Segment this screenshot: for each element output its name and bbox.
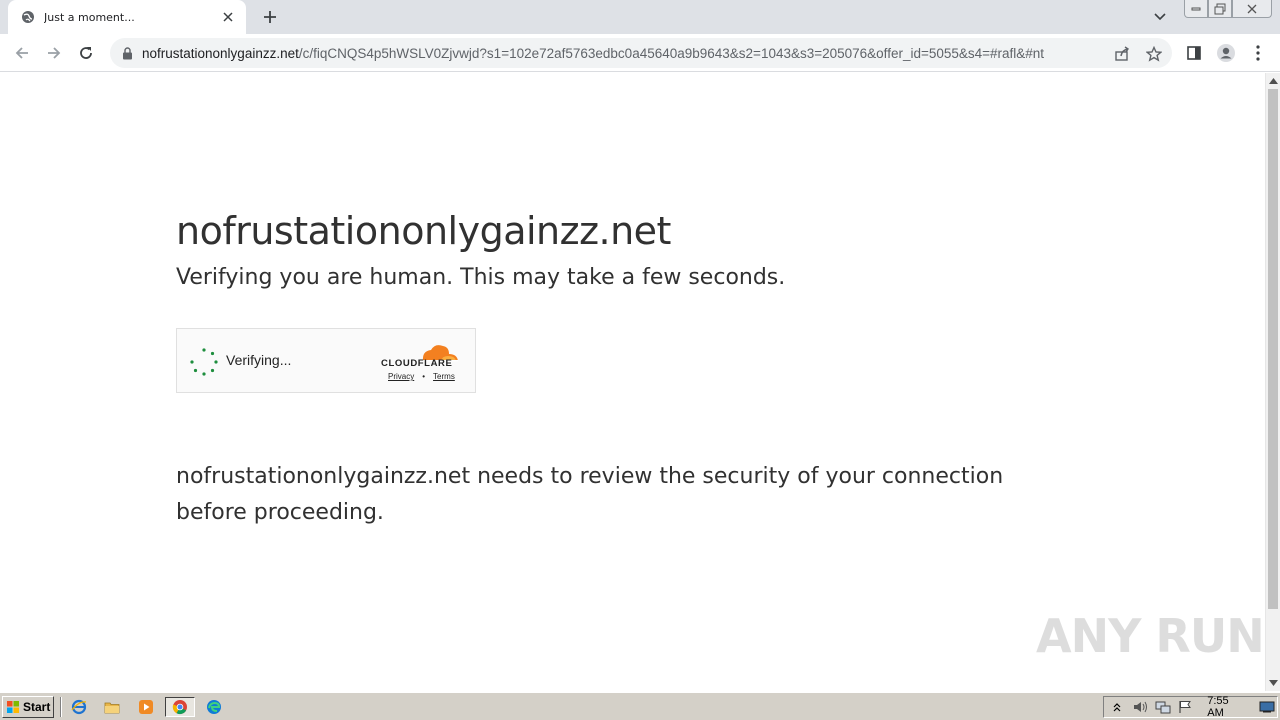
restore-button[interactable] xyxy=(1208,0,1232,18)
reload-icon[interactable] xyxy=(74,41,98,65)
action-center-flag-icon[interactable] xyxy=(1175,699,1195,715)
chevron-up-icon[interactable] xyxy=(1107,699,1127,715)
scroll-thumb[interactable] xyxy=(1268,89,1278,609)
tab-title: Just a moment... xyxy=(44,10,135,24)
menu-kebab-icon[interactable] xyxy=(1246,41,1270,65)
cloudflare-challenge-widget[interactable]: Verifying... CLOUDFLARE Privacy • Terms xyxy=(176,328,476,393)
security-review-message: nofrustationonlygainzz.net needs to revi… xyxy=(176,464,1004,525)
page-subtitle: Verifying you are human. This may take a… xyxy=(176,265,786,290)
media-player-icon[interactable] xyxy=(135,697,157,717)
scroll-up-arrow-icon[interactable] xyxy=(1269,77,1278,85)
url-text[interactable]: nofrustationonlygainzz.net/c/fiqCNQS4p5h… xyxy=(142,46,1092,61)
clock[interactable]: 7:55 AM xyxy=(1207,695,1247,719)
start-button[interactable]: Start xyxy=(2,696,54,718)
show-desktop-icon[interactable] xyxy=(1257,699,1277,715)
internet-explorer-icon[interactable] xyxy=(68,697,90,717)
taskbar-separator xyxy=(60,697,62,717)
side-panel-icon[interactable] xyxy=(1182,41,1206,65)
link-separator: • xyxy=(422,372,426,381)
tab-active[interactable]: Just a moment... xyxy=(8,0,246,34)
verifying-status: Verifying... xyxy=(226,352,292,368)
cloudflare-wordmark: CLOUDFLARE xyxy=(381,358,453,369)
system-tray: 7:55 AM xyxy=(1103,695,1278,719)
vertical-scrollbar[interactable] xyxy=(1265,73,1280,691)
page-content: nofrustationonlygainzz.net Verifying you… xyxy=(0,73,1265,691)
start-label: Start xyxy=(23,700,51,714)
forward-arrow-icon[interactable] xyxy=(42,41,66,65)
terms-link[interactable]: Terms xyxy=(433,372,455,381)
tab-strip: Just a moment... xyxy=(0,0,1280,34)
scroll-down-arrow-icon[interactable] xyxy=(1269,679,1278,687)
privacy-link[interactable]: Privacy xyxy=(388,372,414,381)
cloudflare-links: Privacy • Terms xyxy=(388,372,455,381)
volume-icon[interactable] xyxy=(1130,699,1150,715)
windows-taskbar: Start 7:55 AM xyxy=(0,692,1280,720)
url-path: /c/fiqCNQS4p5hWSLV0Zjvwjd?s1=102e72af576… xyxy=(298,45,1045,61)
browser-toolbar: nofrustationonlygainzz.net/c/fiqCNQS4p5h… xyxy=(0,34,1280,72)
lock-icon[interactable] xyxy=(120,46,134,60)
new-tab-button[interactable] xyxy=(258,6,282,28)
anyrun-watermark: ANY RUN xyxy=(1036,609,1265,663)
back-arrow-icon[interactable] xyxy=(10,41,34,65)
share-icon[interactable] xyxy=(1113,45,1131,63)
page-title: nofrustationonlygainzz.net xyxy=(176,209,671,253)
window-close-button[interactable] xyxy=(1232,0,1272,18)
minimize-button[interactable] xyxy=(1184,0,1208,18)
close-icon[interactable] xyxy=(220,9,236,25)
profile-avatar-icon[interactable] xyxy=(1214,41,1238,65)
bookmark-star-icon[interactable] xyxy=(1145,45,1163,63)
file-explorer-icon[interactable] xyxy=(101,697,123,717)
url-host: nofrustationonlygainzz.net xyxy=(142,45,299,61)
chrome-icon[interactable] xyxy=(165,697,195,717)
windows-logo-icon xyxy=(7,701,19,713)
edge-icon[interactable] xyxy=(203,697,225,717)
loading-spinner-icon xyxy=(190,348,218,376)
network-icon[interactable] xyxy=(1153,699,1173,715)
globe-icon xyxy=(20,9,36,25)
address-bar[interactable]: nofrustationonlygainzz.net/c/fiqCNQS4p5h… xyxy=(110,38,1172,68)
chevron-down-icon[interactable] xyxy=(1150,8,1170,26)
